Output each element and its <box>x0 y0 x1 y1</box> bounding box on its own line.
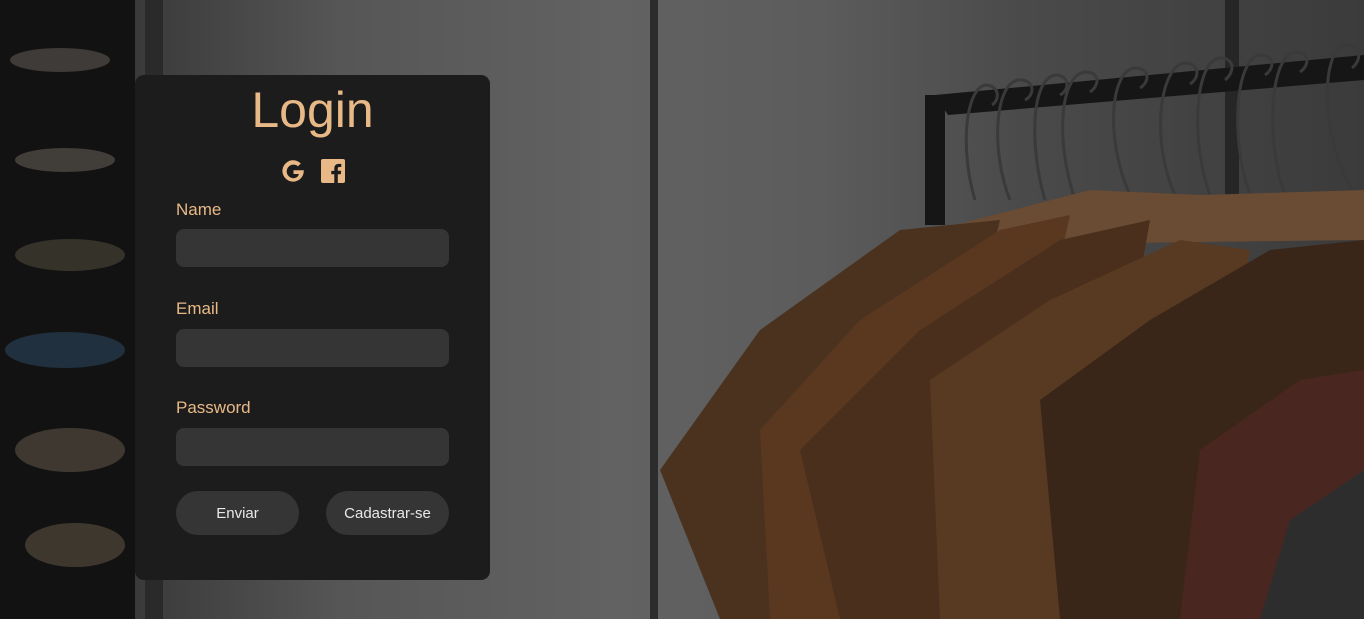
name-input[interactable] <box>176 229 449 267</box>
password-input[interactable] <box>176 428 449 466</box>
signup-button[interactable]: Cadastrar-se <box>326 491 449 535</box>
name-label: Name <box>176 200 222 219</box>
submit-button[interactable]: Enviar <box>176 491 299 535</box>
email-label: Email <box>176 299 219 318</box>
google-icon[interactable] <box>280 158 306 184</box>
login-title: Login <box>251 82 374 138</box>
facebook-icon[interactable] <box>320 158 346 184</box>
login-card: Login Name Email Password Enviar Cadastr… <box>135 75 490 580</box>
password-label: Password <box>176 398 251 417</box>
email-input[interactable] <box>176 329 449 367</box>
social-login-group <box>135 158 490 184</box>
